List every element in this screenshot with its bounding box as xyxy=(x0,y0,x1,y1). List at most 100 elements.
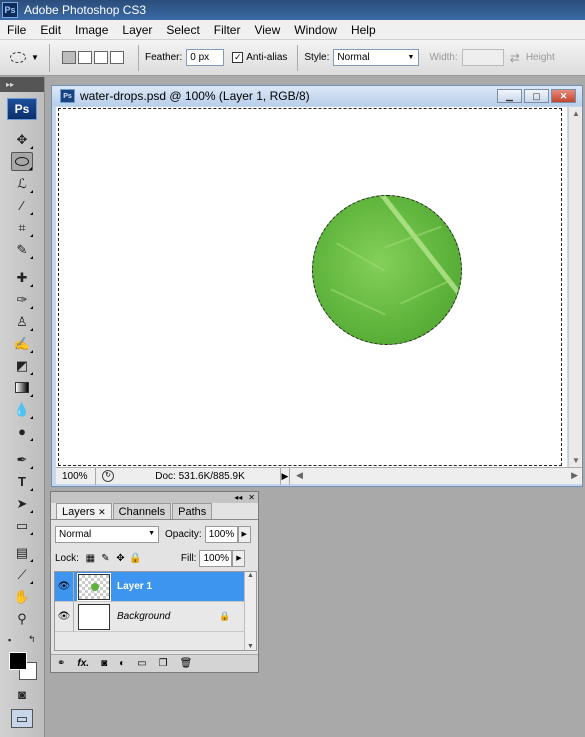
adjustment-layer-icon[interactable]: ◐ xyxy=(119,658,125,669)
eyedropper-tool-icon[interactable]: ⟋ xyxy=(11,565,33,584)
scroll-left-icon[interactable]: ◀ xyxy=(296,470,303,481)
crop-tool-icon[interactable]: ⌗ xyxy=(11,218,33,237)
opacity-input[interactable]: 100% xyxy=(204,525,238,543)
psd-file-icon: Ps xyxy=(60,89,75,103)
lock-pixels-icon[interactable]: ✎ xyxy=(100,553,111,564)
move-tool-icon[interactable]: ✥ xyxy=(11,130,33,149)
hand-tool-icon[interactable]: ✋ xyxy=(11,587,33,606)
gradient-tool-icon[interactable] xyxy=(11,378,33,397)
link-layers-icon[interactable]: ⚭ xyxy=(57,658,65,669)
horizontal-scrollbar[interactable]: ◀ ▶ xyxy=(290,468,582,485)
tab-channels[interactable]: Channels xyxy=(112,503,172,519)
blur-tool-icon[interactable]: 💧 xyxy=(11,400,33,419)
leaf-circle-selection[interactable] xyxy=(312,195,462,345)
history-brush-tool-icon[interactable]: ✍ xyxy=(11,334,33,353)
foreground-color-swatch[interactable] xyxy=(9,652,27,670)
shape-tool-icon[interactable]: ▭ xyxy=(11,516,33,535)
notes-tool-icon[interactable]: ▤ xyxy=(11,543,33,562)
path-selection-tool-icon[interactable]: ➤ xyxy=(11,494,33,513)
scroll-right-icon[interactable]: ▶ xyxy=(571,470,578,481)
dodge-tool-icon[interactable]: ● xyxy=(11,422,33,441)
menu-window[interactable]: Window xyxy=(287,23,344,37)
document-window: Ps water-drops.psd @ 100% (Layer 1, RGB/… xyxy=(51,85,583,487)
scroll-down-icon[interactable]: ▼ xyxy=(572,456,580,465)
status-info-icon[interactable]: ↻ xyxy=(102,470,114,482)
new-selection-button[interactable] xyxy=(62,51,76,64)
lock-transparency-icon[interactable]: ▦ xyxy=(85,553,96,564)
title-bar: Ps Adobe Photoshop CS3 xyxy=(0,0,585,20)
layer-list-scrollbar[interactable]: ▲ ▼ xyxy=(244,572,256,650)
menu-filter[interactable]: Filter xyxy=(207,23,248,37)
new-layer-icon[interactable]: ❐ xyxy=(159,658,168,669)
eraser-tool-icon[interactable]: ◩ xyxy=(11,356,33,375)
brush-tool-icon[interactable]: ✑ xyxy=(11,290,33,309)
quick-mask-icon[interactable]: ◙ xyxy=(11,685,33,704)
menu-edit[interactable]: Edit xyxy=(33,23,68,37)
layer-thumbnail xyxy=(78,603,110,630)
anti-alias-checkbox[interactable]: ✓ xyxy=(232,52,244,63)
fill-input[interactable]: 100% xyxy=(199,549,233,567)
healing-brush-tool-icon[interactable]: ✚ xyxy=(11,268,33,287)
close-button[interactable]: ✕ xyxy=(551,89,576,103)
menu-layer[interactable]: Layer xyxy=(115,23,159,37)
opacity-label: Opacity: xyxy=(165,528,202,540)
canvas[interactable] xyxy=(56,107,567,467)
visibility-eye-icon[interactable]: 👁 xyxy=(55,601,74,632)
default-colors-icon[interactable]: ▪ xyxy=(8,635,11,645)
slice-tool-icon[interactable]: ✎ xyxy=(11,240,33,259)
feather-input[interactable]: 0 px xyxy=(186,49,225,66)
opacity-slider-arrow-icon[interactable]: ▶ xyxy=(237,525,251,543)
scroll-down-icon[interactable]: ▼ xyxy=(245,643,256,650)
close-tab-icon[interactable]: ✕ xyxy=(98,507,106,517)
type-tool-icon[interactable]: T xyxy=(11,472,33,491)
panel-header[interactable]: ◂◂ ✕ xyxy=(51,492,258,503)
screen-mode-icon[interactable]: ▭ xyxy=(11,709,33,728)
collapse-icon[interactable]: ◂◂ xyxy=(234,493,242,502)
swap-colors-icon[interactable]: ↰ xyxy=(28,634,36,645)
ellipse-marquee-tool-icon[interactable] xyxy=(11,152,33,171)
menu-bar: File Edit Image Layer Select Filter View… xyxy=(0,20,585,40)
subtract-from-selection-button[interactable] xyxy=(94,51,108,64)
menu-view[interactable]: View xyxy=(247,23,287,37)
visibility-eye-icon[interactable]: 👁 xyxy=(55,571,74,602)
menu-select[interactable]: Select xyxy=(159,23,206,37)
clone-stamp-tool-icon[interactable]: ♙ xyxy=(11,312,33,331)
tab-paths[interactable]: Paths xyxy=(172,503,213,519)
new-group-icon[interactable]: ▭ xyxy=(137,658,146,669)
status-menu-arrow-icon[interactable]: ▶ xyxy=(280,467,290,485)
pen-tool-icon[interactable]: ✒ xyxy=(11,450,33,469)
toolbox-collapse-handle[interactable]: ▸▸ xyxy=(0,77,44,92)
style-select[interactable]: Normal ▼ xyxy=(333,49,420,66)
layer-name: Layer 1 xyxy=(117,581,153,592)
zoom-level[interactable]: 100% xyxy=(56,467,96,485)
app-title: Adobe Photoshop CS3 xyxy=(24,3,147,17)
scroll-up-icon[interactable]: ▲ xyxy=(245,572,256,579)
lock-position-icon[interactable]: ✥ xyxy=(115,553,126,564)
add-mask-icon[interactable]: ◙ xyxy=(101,658,107,669)
maximize-button[interactable]: ▢ xyxy=(524,89,549,103)
close-panel-icon[interactable]: ✕ xyxy=(248,493,255,502)
menu-file[interactable]: File xyxy=(0,23,33,37)
layer-list: 👁 Layer 1 👁 Background 🔒 ▲ ▼ xyxy=(54,571,257,651)
tab-layers[interactable]: Layers ✕ xyxy=(56,503,112,519)
layer-row-layer-1[interactable]: 👁 Layer 1 xyxy=(55,571,256,602)
delete-layer-icon[interactable]: 🗑 xyxy=(180,658,193,669)
magic-wand-tool-icon[interactable]: ⁄ xyxy=(11,196,33,215)
intersect-selection-button[interactable] xyxy=(110,51,124,64)
zoom-tool-icon[interactable]: ⚲ xyxy=(11,609,33,628)
layer-style-fx-icon[interactable]: fx. xyxy=(77,658,89,669)
leaf-vein xyxy=(336,242,385,272)
menu-image[interactable]: Image xyxy=(68,23,115,37)
menu-help[interactable]: Help xyxy=(344,23,383,37)
tool-preset-picker[interactable]: ▼ xyxy=(0,43,50,72)
minimize-button[interactable]: ▁ xyxy=(497,89,522,103)
layer-row-background[interactable]: 👁 Background 🔒 xyxy=(55,601,256,632)
blend-row: Normal Opacity: 100% ▶ xyxy=(51,522,258,546)
lock-all-icon[interactable]: 🔒 xyxy=(129,553,141,564)
add-to-selection-button[interactable] xyxy=(78,51,92,64)
fill-slider-arrow-icon[interactable]: ▶ xyxy=(232,549,246,567)
lasso-tool-icon[interactable]: ℒ xyxy=(11,174,33,193)
vertical-scrollbar[interactable]: ▲ ▼ xyxy=(568,107,582,467)
scroll-up-icon[interactable]: ▲ xyxy=(572,109,580,118)
blend-mode-select[interactable]: Normal xyxy=(55,525,159,543)
